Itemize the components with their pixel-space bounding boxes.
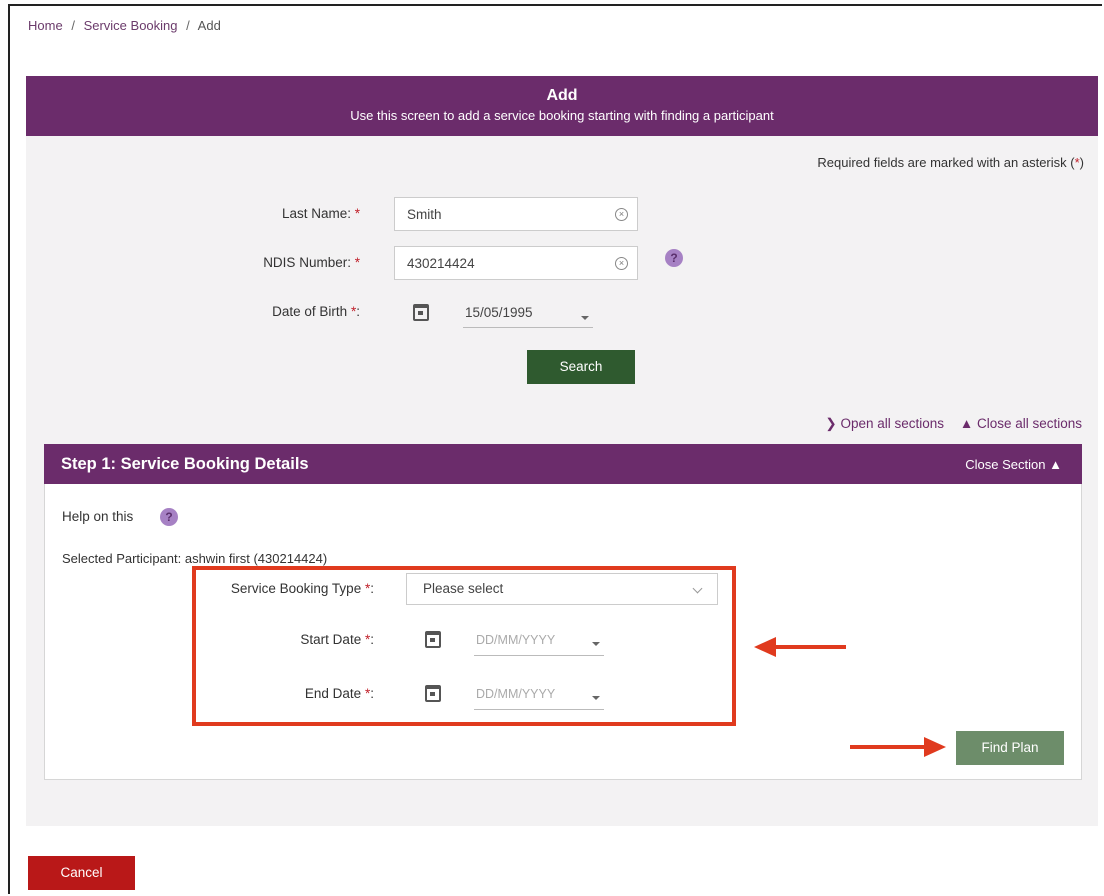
help-on-this-label: Help on this [62, 509, 134, 524]
clear-icon[interactable]: × [615, 257, 628, 270]
annotation-highlight-box [192, 566, 736, 726]
step1-title: Step 1: Service Booking Details [61, 455, 309, 473]
ndis-number-label: NDIS Number: * [263, 255, 360, 270]
selected-participant: Selected Participant: ashwin first (4302… [62, 551, 328, 566]
breadcrumb-current: Add [197, 18, 221, 33]
required-fields-note: Required fields are marked with an aster… [817, 155, 1084, 170]
chevron-down-icon: ❯ [825, 416, 837, 431]
open-all-sections-link[interactable]: ❯ Open all sections [825, 416, 944, 431]
find-plan-button[interactable]: Find Plan [956, 731, 1064, 765]
date-of-birth-label: Date of Birth *: [272, 304, 360, 319]
section-toggle-links: ❯ Open all sections ▲ Close all sections [813, 416, 1082, 432]
page-subtitle: Use this screen to add a service booking… [350, 108, 774, 123]
chevron-up-icon: ▲ [1049, 457, 1062, 472]
help-icon[interactable]: ? [160, 508, 178, 526]
date-of-birth-field[interactable]: 15/05/1995 [463, 300, 593, 328]
annotation-arrow-right [850, 745, 926, 749]
last-name-input[interactable]: Smith [394, 197, 638, 231]
breadcrumb-home[interactable]: Home [28, 18, 63, 33]
page-header: Add Use this screen to add a service boo… [26, 76, 1098, 136]
chevron-down-icon[interactable] [581, 316, 589, 320]
chevron-up-icon: ▲ [959, 416, 974, 431]
arrow-left-icon [754, 637, 776, 657]
breadcrumb-separator: / [186, 18, 190, 33]
annotation-arrow-left [772, 645, 846, 649]
close-all-sections-link[interactable]: ▲ Close all sections [960, 416, 1082, 431]
breadcrumb-service-booking[interactable]: Service Booking [84, 18, 178, 33]
ndis-number-input[interactable]: 430214424 [394, 246, 638, 280]
step1-header[interactable]: Step 1: Service Booking Details Close Se… [44, 444, 1082, 484]
cancel-button[interactable]: Cancel [28, 856, 135, 890]
last-name-label: Last Name: * [281, 206, 360, 221]
close-section-link[interactable]: Close Section ▲ [965, 457, 1062, 472]
breadcrumb-separator: / [71, 18, 75, 33]
search-button[interactable]: Search [527, 350, 635, 384]
clear-icon[interactable]: × [615, 208, 628, 221]
breadcrumb: Home / Service Booking / Add [28, 18, 226, 33]
page-title: Add [546, 87, 578, 104]
help-icon[interactable]: ? [665, 249, 683, 267]
arrow-right-icon [924, 737, 946, 757]
calendar-icon[interactable] [413, 304, 429, 321]
